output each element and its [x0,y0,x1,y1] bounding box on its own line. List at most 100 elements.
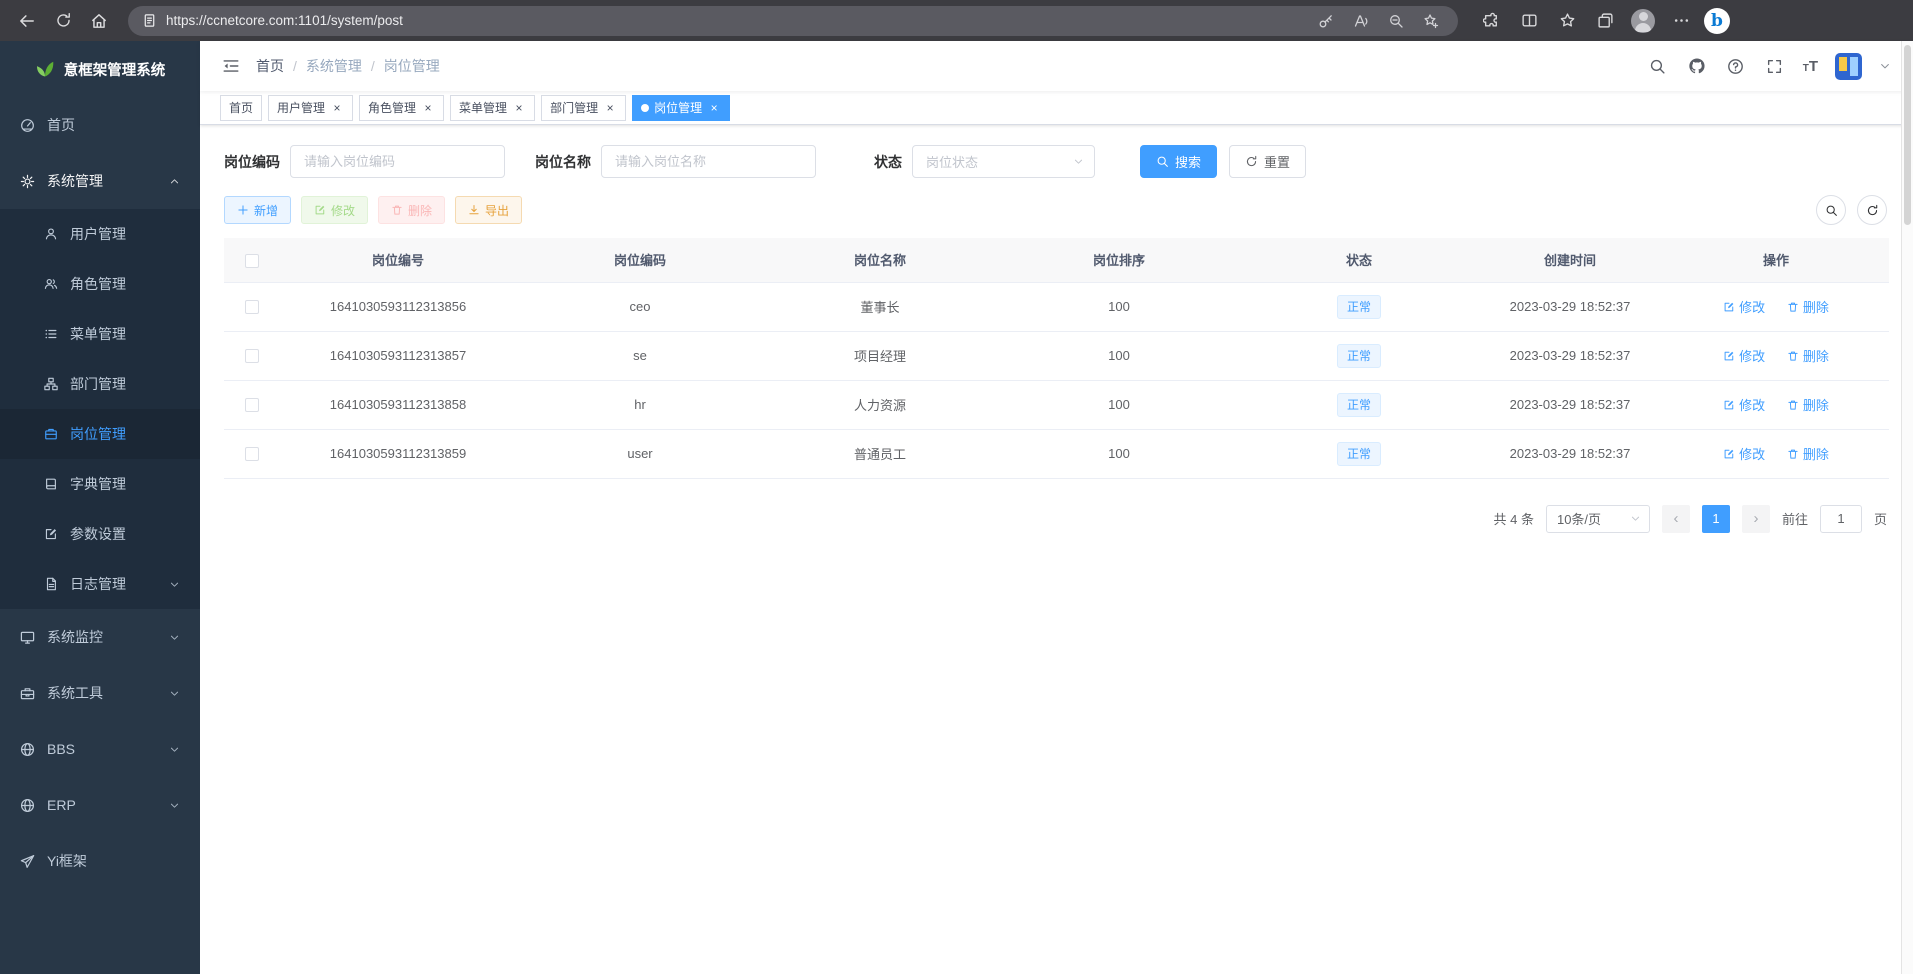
row-edit-link[interactable]: 修改 [1723,346,1765,365]
close-icon[interactable]: × [421,101,435,115]
col-post-id: 岗位编号 [279,238,517,282]
row-edit-link[interactable]: 修改 [1723,395,1765,414]
sidebar-item-post-mgmt[interactable]: 岗位管理 [0,409,200,459]
font-size-icon[interactable]: TT [1803,59,1818,74]
tab-role-mgmt[interactable]: 角色管理× [359,95,444,121]
bing-copilot-icon[interactable]: b [1704,8,1730,34]
close-icon[interactable]: × [603,101,617,115]
refresh-table-button[interactable] [1857,195,1887,225]
row-checkbox[interactable] [245,349,259,363]
sidebar-item-erp[interactable]: ERP [0,777,200,833]
sidebar-item-param-settings[interactable]: 参数设置 [0,509,200,559]
export-button[interactable]: 导出 [455,196,522,224]
zoom-out-icon[interactable] [1383,8,1409,34]
app-logo[interactable]: 意框架管理系统 [0,41,200,97]
breadcrumb-system: 系统管理 [306,56,362,76]
edit-icon [1723,399,1735,411]
prev-page-button[interactable]: ‹ [1662,505,1690,533]
sidebar-item-dept-mgmt[interactable]: 部门管理 [0,359,200,409]
read-aloud-icon[interactable] [1348,8,1374,34]
split-screen-icon[interactable] [1514,6,1544,36]
cell-post-name: 人力资源 [763,380,997,429]
globe-icon [20,798,35,813]
add-button[interactable]: 新增 [224,196,291,224]
close-icon[interactable]: × [707,101,721,115]
close-icon[interactable]: × [330,101,344,115]
back-arrow-icon [18,12,36,30]
avatar-caret-icon[interactable] [1879,60,1891,72]
refresh-icon [1245,155,1258,168]
row-edit-link[interactable]: 修改 [1723,297,1765,316]
profile-avatar[interactable] [1628,6,1658,36]
sidebar-item-menu-mgmt[interactable]: 菜单管理 [0,309,200,359]
scrollbar-thumb[interactable] [1904,45,1911,225]
page-size-select[interactable]: 10条/页 [1546,505,1650,533]
show-search-button[interactable] [1816,195,1846,225]
search-button[interactable]: 搜索 [1140,145,1217,178]
tab-dept-mgmt[interactable]: 部门管理× [541,95,626,121]
tab-post-mgmt[interactable]: 岗位管理× [632,95,730,121]
goto-page-input[interactable] [1820,505,1862,533]
sidebar-item-home[interactable]: 首页 [0,97,200,153]
row-checkbox[interactable] [245,447,259,461]
row-delete-link[interactable]: 删除 [1787,297,1829,316]
tab-menu-mgmt[interactable]: 菜单管理× [450,95,535,121]
settings-more-icon[interactable] [1666,6,1696,36]
next-page-button[interactable]: › [1742,505,1770,533]
row-delete-link[interactable]: 删除 [1787,346,1829,365]
cell-post-id: 1641030593112313857 [279,331,517,380]
browser-refresh-button[interactable] [48,6,78,36]
close-icon[interactable]: × [512,101,526,115]
sidebar-item-role-mgmt[interactable]: 角色管理 [0,259,200,309]
user-avatar[interactable] [1835,53,1862,80]
sidebar-item-dict-mgmt[interactable]: 字典管理 [0,459,200,509]
edit-button[interactable]: 修改 [301,196,368,224]
collections-icon[interactable] [1590,6,1620,36]
sidebar-item-system-tools[interactable]: 系统工具 [0,665,200,721]
fullscreen-icon[interactable] [1764,55,1786,77]
help-icon[interactable] [1725,55,1747,77]
browser-scrollbar[interactable] [1901,41,1913,974]
sidebar-item-user-mgmt[interactable]: 用户管理 [0,209,200,259]
sidebar-item-system-monitor[interactable]: 系统监控 [0,609,200,665]
cell-post-id: 1641030593112313858 [279,380,517,429]
add-favorite-icon[interactable] [1418,8,1444,34]
extensions-icon[interactable] [1476,6,1506,36]
plus-icon [237,204,249,216]
sidebar-item-system-mgmt[interactable]: 系统管理 [0,153,200,209]
edit-icon [1723,448,1735,460]
browser-back-button[interactable] [12,6,42,36]
post-name-input[interactable] [601,145,816,178]
sidebar-toggle-icon[interactable] [222,57,240,75]
sidebar-item-log-mgmt[interactable]: 日志管理 [0,559,200,609]
sidebar-item-yi-framework[interactable]: Yi框架 [0,833,200,889]
browser-actions: b [1476,6,1730,36]
delete-button[interactable]: 删除 [378,196,445,224]
header-search-icon[interactable] [1647,55,1669,77]
address-bar[interactable]: https://ccnetcore.com:1101/system/post [128,6,1458,36]
tab-user-mgmt[interactable]: 用户管理× [268,95,353,121]
page-1-button[interactable]: 1 [1702,505,1730,533]
github-icon[interactable] [1686,55,1708,77]
tab-home[interactable]: 首页 [220,95,262,121]
row-delete-link[interactable]: 删除 [1787,444,1829,463]
select-all-checkbox[interactable] [245,254,259,268]
browser-home-button[interactable] [84,6,114,36]
table-toolbar: 新增 修改 删除 导出 [224,196,1889,224]
reset-button[interactable]: 重置 [1229,145,1306,178]
status-select[interactable]: 岗位状态 [912,145,1095,178]
breadcrumb-home[interactable]: 首页 [256,56,284,76]
favorites-icon[interactable] [1552,6,1582,36]
row-edit-link[interactable]: 修改 [1723,444,1765,463]
password-key-icon[interactable] [1313,8,1339,34]
goto-label: 前往 [1782,509,1808,528]
sidebar-item-bbs[interactable]: BBS [0,721,200,777]
post-code-input[interactable] [290,145,505,178]
row-delete-link[interactable]: 删除 [1787,395,1829,414]
table-row: 1641030593112313857 se 项目经理 100 正常 2023-… [224,331,1889,380]
row-checkbox[interactable] [245,300,259,314]
trash-icon [1787,350,1799,362]
row-checkbox[interactable] [245,398,259,412]
ellipsis-icon [1673,12,1690,29]
cell-created: 2023-03-29 18:52:37 [1477,282,1663,331]
